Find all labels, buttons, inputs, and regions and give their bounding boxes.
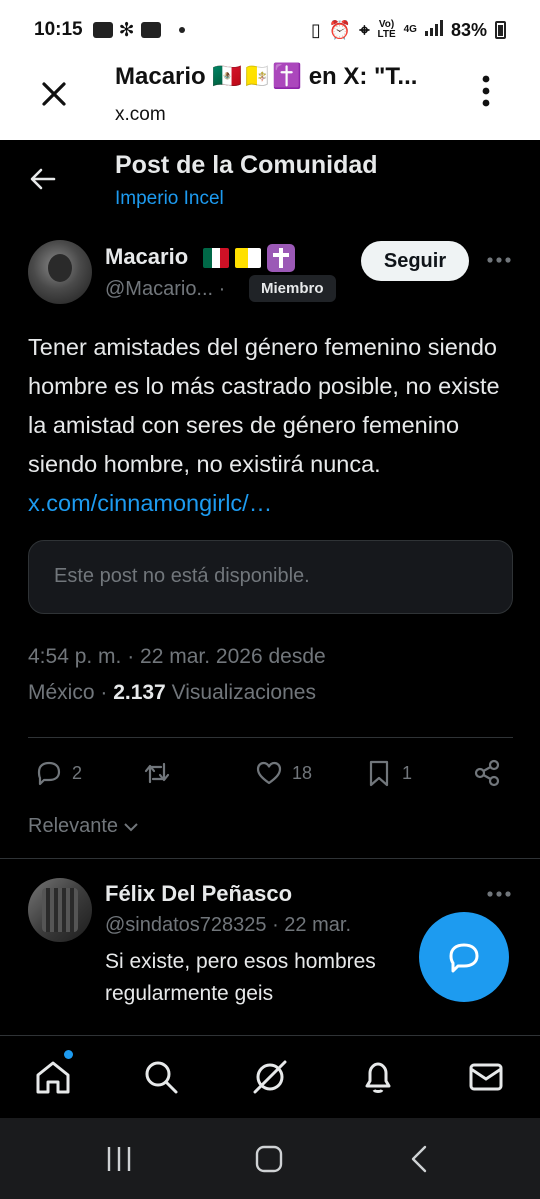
more-horizontal-icon[interactable] <box>486 888 512 900</box>
close-icon[interactable] <box>38 78 70 110</box>
views-count: 2.137 <box>113 681 166 704</box>
mexico-flag-icon <box>203 248 229 268</box>
divider <box>0 858 540 859</box>
browser-page-title: Macario 🇲🇽🇻🇦✝️ en X: "T... <box>115 63 418 90</box>
share-button[interactable] <box>472 758 502 788</box>
search-icon[interactable] <box>142 1058 180 1096</box>
status-right: ▯ ⏰ ⌖ Vo) LTE 4G 83% <box>311 19 506 41</box>
youtube-icon <box>92 22 113 38</box>
member-badge: Miembro <box>249 275 336 302</box>
post-views: México · 2.137 Visualizaciones <box>28 681 316 704</box>
status-bar: 10:15 ✻ ▯ ⏰ ⌖ Vo) LTE 4G 83% <box>0 0 540 60</box>
more-notifications-dot <box>178 27 185 33</box>
home-button-icon[interactable] <box>253 1144 285 1174</box>
share-icon <box>474 759 500 787</box>
browser-toolbar: Macario 🇲🇽🇻🇦✝️ en X: "T... x.com <box>0 60 540 140</box>
reply-button[interactable]: 2 <box>34 758 82 788</box>
battery-percent: 83% <box>450 19 487 40</box>
sort-replies-dropdown[interactable]: Relevante <box>28 815 140 838</box>
author-avatar[interactable] <box>28 240 92 304</box>
author-handle[interactable]: @Macario... · <box>105 278 225 301</box>
system-navigation-bar <box>0 1118 540 1199</box>
post-timestamp[interactable]: 4:54 p. m. · 22 mar. 2026 desde <box>28 645 326 669</box>
reply-text: Si existe, pero esos hombres regularment… <box>105 950 376 1005</box>
author-emoji-flags <box>203 244 295 272</box>
compose-reply-icon <box>449 943 479 973</box>
more-vertical-icon[interactable] <box>478 74 494 108</box>
divider <box>28 737 513 738</box>
pinwheel-icon: ✻ <box>118 19 135 41</box>
quoted-post-unavailable: Este post no está disponible. <box>28 540 513 614</box>
status-time: 10:15 <box>34 19 83 40</box>
vatican-flag-icon <box>235 248 261 268</box>
bookmark-count: 1 <box>402 762 413 783</box>
recent-apps-icon[interactable] <box>103 1144 135 1174</box>
reply-icon <box>37 761 61 786</box>
reply-handle-date[interactable]: @sindatos728325 · 22 mar. <box>105 914 351 937</box>
bottom-navigation <box>0 1035 540 1118</box>
notification-icons: ✻ <box>92 19 185 42</box>
author-name[interactable]: Macario <box>105 244 188 270</box>
browser-url: x.com <box>115 104 166 125</box>
signal-icon <box>424 19 443 41</box>
like-count: 18 <box>292 762 313 783</box>
back-icon[interactable] <box>405 1144 437 1174</box>
battery-icon <box>495 21 506 39</box>
chevron-down-icon <box>124 822 138 831</box>
post-actions: 2 18 1 <box>28 758 513 794</box>
network-label: Vo) LTE <box>377 19 396 40</box>
alarm-icon: ⏰ <box>328 19 352 40</box>
arrow-left-icon[interactable] <box>28 164 58 194</box>
bookmark-icon <box>369 760 389 787</box>
mail-icon[interactable] <box>467 1058 505 1096</box>
post-text: Tener amistades del género femenino sien… <box>28 334 500 516</box>
location-icon: ⌖ <box>359 19 370 40</box>
repost-icon <box>144 762 170 784</box>
youtube-icon <box>140 22 161 38</box>
page-title: Post de la Comunidad <box>115 151 378 179</box>
more-horizontal-icon[interactable] <box>486 254 512 266</box>
latin-cross-icon <box>267 244 295 272</box>
post-link[interactable]: x.com/cinnamongirlc/… <box>28 490 272 516</box>
follow-button[interactable]: Seguir <box>361 241 469 281</box>
compose-reply-button[interactable] <box>419 912 509 1002</box>
reply-count: 2 <box>72 762 83 783</box>
gen-label: 4G <box>403 24 417 35</box>
like-button[interactable]: 18 <box>254 758 312 788</box>
home-unread-dot <box>64 1050 73 1059</box>
home-icon[interactable] <box>34 1058 72 1096</box>
reply-author-name[interactable]: Félix Del Peñasco <box>105 881 292 907</box>
bell-icon[interactable] <box>359 1058 397 1096</box>
grok-icon[interactable] <box>251 1058 289 1096</box>
bookmark-button[interactable]: 1 <box>364 758 412 788</box>
heart-icon <box>256 761 282 785</box>
vibrate-icon: ▯ <box>311 19 321 40</box>
community-link[interactable]: Imperio Incel <box>115 188 224 210</box>
reply-avatar[interactable] <box>28 878 92 942</box>
repost-button[interactable] <box>142 758 172 788</box>
